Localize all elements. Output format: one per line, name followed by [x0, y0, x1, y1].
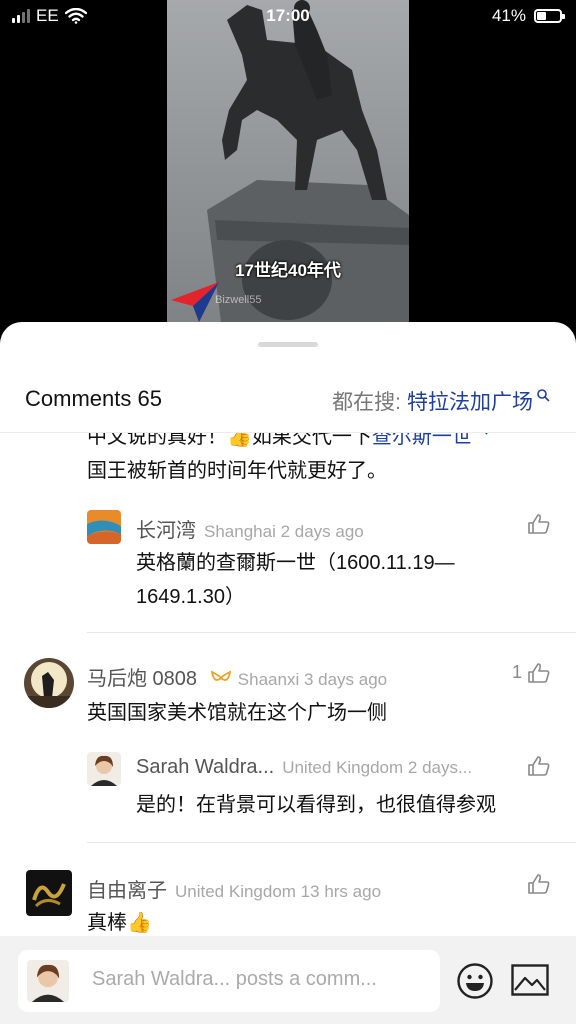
search-icon — [537, 389, 550, 405]
like-count: 1 — [512, 662, 523, 682]
comment-author[interactable]: 马后炮 0808 — [87, 668, 197, 690]
status-time: 17:00 — [266, 6, 310, 25]
video-player[interactable]: 17世纪40年代 Bizwell55 — [167, 0, 409, 330]
image-icon[interactable] — [511, 964, 549, 996]
reply-text: 英格蘭的查爾斯一世（1600.11.19— — [136, 552, 455, 574]
comment-author[interactable]: Sarah Waldra... — [136, 756, 274, 778]
battery-percent: 41% — [491, 6, 526, 25]
like-icon — [528, 514, 550, 534]
avatar[interactable] — [24, 658, 74, 708]
like-button[interactable] — [528, 514, 550, 534]
comment-location-time: United Kingdom 2 days... — [282, 758, 473, 777]
comments-list[interactable]: 中文说的真好！👍如果交代一下查尔斯一世 国王被斩首的时间年代就更好了。 长河湾 S… — [0, 432, 576, 940]
like-icon — [528, 756, 550, 776]
logo-icon — [171, 282, 219, 322]
comment-composer-bar: Sarah Waldra... posts a comm... — [0, 936, 576, 1024]
status-right: 41% — [491, 6, 565, 26]
comment-link[interactable]: 查尔斯一世 — [372, 432, 472, 448]
comment-input[interactable]: Sarah Waldra... posts a comm... — [18, 950, 440, 1012]
trending-search[interactable]: 都在搜: 特拉法加广场 — [332, 386, 550, 416]
comment-location-time: United Kingdom 13 hrs ago — [175, 882, 382, 901]
comment-placeholder: Sarah Waldra... posts a comm... — [92, 968, 377, 990]
avatar[interactable] — [87, 752, 121, 786]
comment-meta: 马后炮 0808 Shaanxi 3 days ago — [87, 662, 387, 691]
comment-location-time: Shaanxi 3 days ago — [237, 670, 388, 689]
divider — [87, 632, 576, 633]
comments-header: Comments 65 都在搜: 特拉法加广场 — [0, 370, 576, 433]
comments-title: Comments 65 — [25, 386, 162, 411]
avatar[interactable] — [87, 510, 121, 544]
like-button[interactable] — [528, 756, 550, 776]
comment-location-time: Shanghai 2 days ago — [204, 522, 364, 541]
divider — [87, 842, 576, 843]
avatar — [27, 960, 69, 1002]
comment-text-line: 国王被斩首的时间年代就更好了。 — [87, 460, 387, 482]
avatar[interactable] — [26, 870, 72, 916]
comment-meta: 长河湾 Shanghai 2 days ago — [136, 514, 364, 543]
video-watermark: Bizwell55 — [215, 294, 262, 306]
like-icon — [528, 662, 550, 683]
drag-handle[interactable] — [258, 342, 318, 347]
like-button[interactable]: 1 — [512, 662, 550, 683]
trending-keyword[interactable]: 特拉法加广场 — [407, 386, 533, 416]
badge-icon — [210, 670, 231, 681]
comment-author[interactable]: 自由离子 — [87, 880, 167, 902]
reply-text-line: 1649.1.30） — [136, 586, 245, 608]
reply-text: 是的！在背景可以看得到，也很值得参观 — [136, 794, 496, 816]
like-icon — [528, 874, 550, 894]
comment-text: 中文说的真好！👍如果交代一下查尔斯一世 — [87, 432, 557, 454]
status-bar: EE 17:00 41% — [0, 0, 576, 34]
video-caption: 17世纪40年代 — [235, 261, 341, 280]
comment-text: 真棒👍 — [87, 912, 152, 934]
comment-text: 英国国家美术馆就在这个广场一侧 — [87, 702, 387, 724]
comment-author[interactable]: 长河湾 — [136, 520, 196, 542]
comment-meta: 自由离子 United Kingdom 13 hrs ago — [87, 874, 381, 903]
battery-icon — [534, 9, 565, 23]
comments-sheet: Comments 65 都在搜: 特拉法加广场 中文说的真好！👍如果交代一下查尔… — [0, 322, 576, 1024]
emoji-icon[interactable] — [456, 962, 494, 1000]
like-button[interactable] — [528, 874, 550, 894]
trending-prefix: 都在搜: — [332, 391, 401, 414]
comment-meta: Sarah Waldra... United Kingdom 2 days... — [136, 756, 472, 779]
